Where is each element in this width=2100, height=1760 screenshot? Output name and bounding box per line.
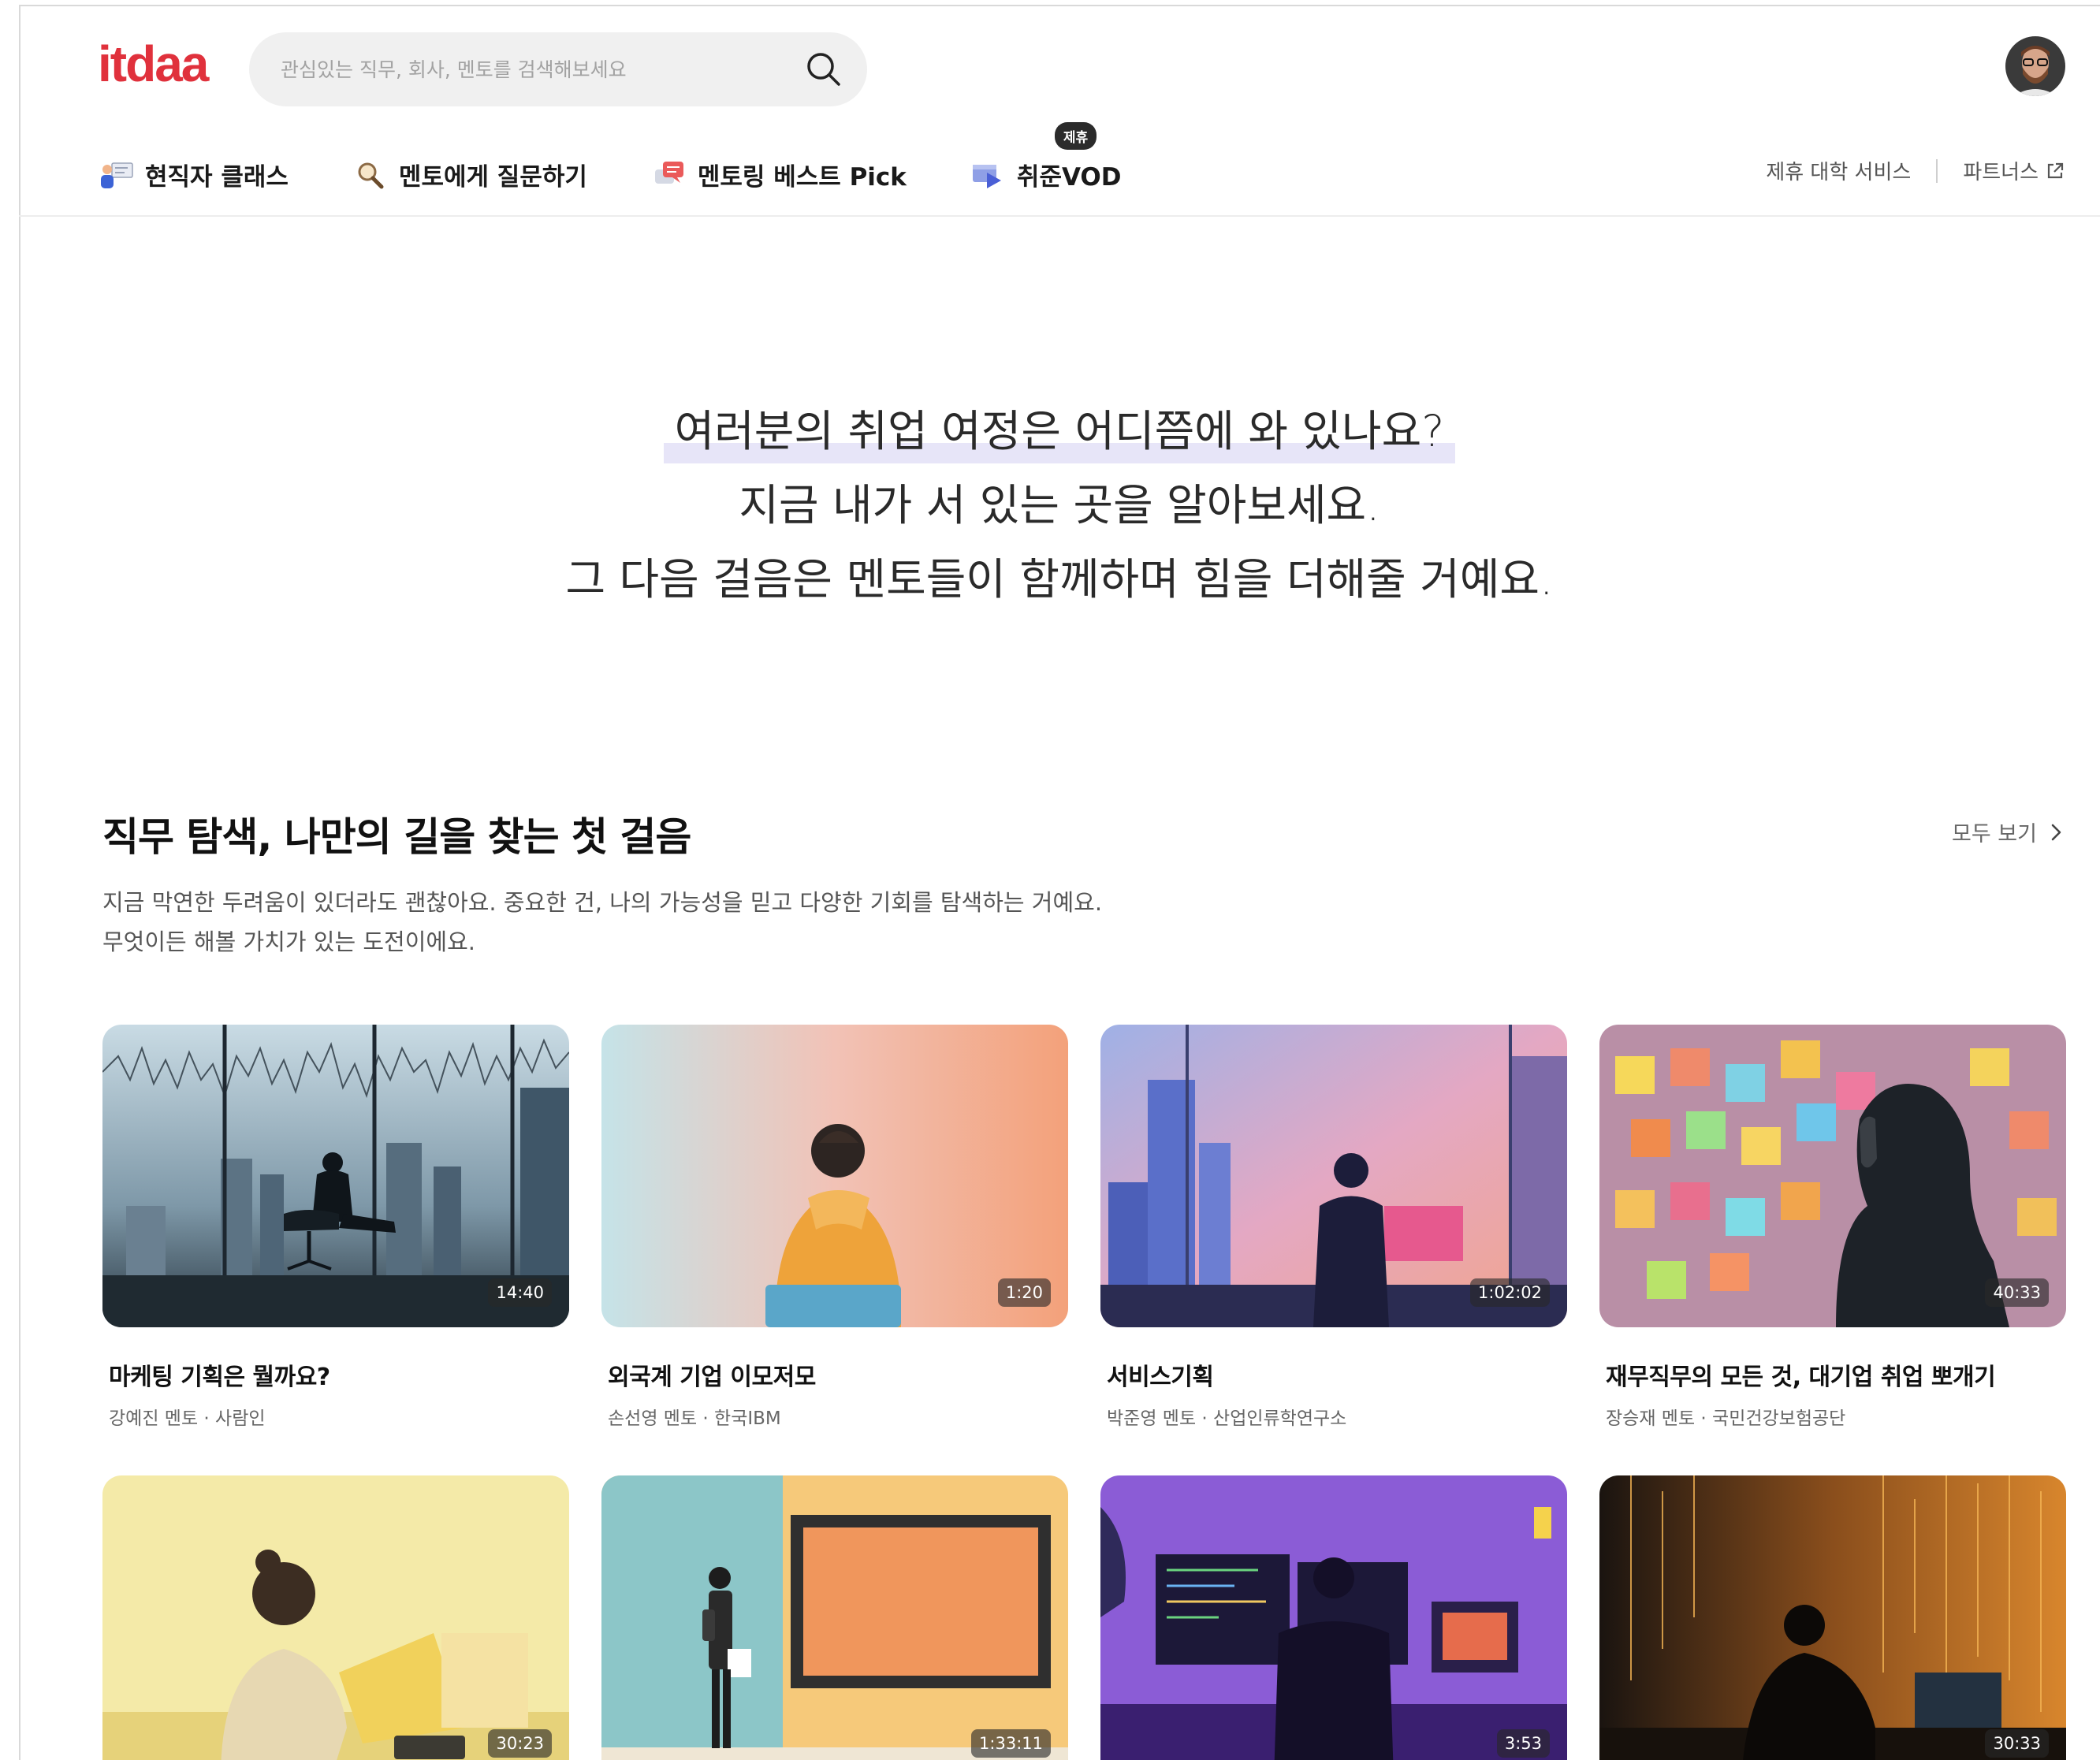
hero-line-2: 지금 내가 서 있는 곳을 알아보세요. <box>739 480 1380 530</box>
nav-item-best-pick[interactable]: 멘토링 베스트 Pick <box>650 157 907 192</box>
company-name: 국민건강보험공단 <box>1712 1408 1846 1429</box>
duration-badge: 1:02:02 <box>1470 1278 1550 1307</box>
duration-badge: 30:23 <box>488 1729 552 1758</box>
header-divider <box>19 215 2100 217</box>
mentor-name: 장승재 멘토 · <box>1606 1408 1707 1429</box>
company-name: 산업인류학연구소 <box>1213 1408 1347 1429</box>
card-meta: 장승재 멘토 · 국민건강보험공단 <box>1599 1403 2066 1430</box>
nav-item-ask-mentor[interactable]: 멘토에게 질문하기 <box>352 157 587 192</box>
mentor-name: 손선영 멘토 · <box>608 1408 709 1429</box>
video-card[interactable]: 1:02:02 서비스기획 박준영 멘토 · 산업인류학연구소 <box>1100 1025 1567 1430</box>
hero-line-3: 그 다음 걸음은 멘토들이 함께하며 힘을 더해줄 거예요. <box>565 554 1554 605</box>
header-right-links: 제휴 대학 서비스 파트너스 <box>1766 156 2065 185</box>
link-divider <box>1936 158 1938 183</box>
section-desc-line-1: 지금 막연한 두려움이 있더라도 괜찮아요. 중요한 건, 나의 가능성을 믿고… <box>102 889 1103 916</box>
nav-label-vod: 취준VOD <box>1016 162 1122 192</box>
mentor-name: 박준영 멘토 · <box>1107 1408 1208 1429</box>
video-thumbnail[interactable]: 1:02:02 <box>1100 1025 1567 1327</box>
video-thumbnail[interactable]: 14:40 <box>102 1025 569 1327</box>
card-title[interactable]: 마케팅 기획은 뭘까요? <box>102 1357 569 1392</box>
video-card[interactable]: 14:40 마케팅 기획은 뭘까요? 강예진 멘토 · 사람인 <box>102 1025 569 1430</box>
view-all-label: 모두 보기 <box>1952 822 2037 847</box>
card-meta: 손선영 멘토 · 한국IBM <box>601 1403 1068 1430</box>
hero-line-1: 여러분의 취업 여정은 어디쯤에 와 있나요? <box>663 394 1456 468</box>
video-card[interactable]: 30:33 <box>1599 1475 2066 1760</box>
card-meta: 박준영 멘토 · 산업인류학연구소 <box>1100 1403 1567 1430</box>
duration-badge: 14:40 <box>488 1278 552 1307</box>
search-icon[interactable] <box>804 50 843 89</box>
section-desc-line-2: 무엇이든 해볼 가치가 있는 도전이에요. <box>102 928 475 955</box>
card-title[interactable]: 외국계 기업 이모저모 <box>601 1357 1068 1392</box>
video-thumbnail[interactable]: 40:33 <box>1599 1025 2066 1327</box>
video-card[interactable]: 1:33:11 <box>601 1475 1068 1760</box>
magnifier-icon <box>358 162 384 189</box>
video-icon <box>972 165 1001 188</box>
main-nav: 현직자 클래스 멘토에게 질문하기 멘토링 베스트 Pick 취준VOD 제휴 <box>98 121 1185 194</box>
partners-link[interactable]: 파트너스 <box>1963 156 2039 185</box>
chevron-right-icon <box>2051 824 2061 840</box>
video-card[interactable]: 40:33 재무직무의 모든 것, 대기업 취업 뽀개기 장승재 멘토 · 국민… <box>1599 1025 2066 1430</box>
company-name: 한국IBM <box>714 1408 781 1429</box>
video-card[interactable]: 1:20 외국계 기업 이모저모 손선영 멘토 · 한국IBM <box>601 1025 1068 1430</box>
duration-badge: 1:20 <box>997 1278 1051 1307</box>
nav-label-best-pick: 멘토링 베스트 Pick <box>697 162 907 192</box>
duration-badge: 1:33:11 <box>971 1729 1051 1758</box>
video-thumbnail[interactable]: 1:33:11 <box>601 1475 1068 1760</box>
duration-badge: 40:33 <box>1985 1278 2049 1307</box>
chat-icon <box>654 162 683 184</box>
view-all-link[interactable]: 모두 보기 <box>1952 817 2067 847</box>
itdaa-logo[interactable]: itdaa <box>98 35 209 93</box>
user-avatar[interactable] <box>2005 36 2065 96</box>
hero-message: 여러분의 취업 여정은 어디쯤에 와 있나요? 지금 내가 서 있는 곳을 알아… <box>19 394 2100 616</box>
video-card[interactable]: 30:23 <box>102 1475 569 1760</box>
card-meta: 강예진 멘토 · 사람인 <box>102 1403 569 1430</box>
section-description: 지금 막연한 두려움이 있더라도 괜찮아요. 중요한 건, 나의 가능성을 믿고… <box>102 883 1102 962</box>
video-card[interactable]: 3:53 <box>1100 1475 1567 1760</box>
external-link-icon[interactable] <box>2045 161 2065 181</box>
video-thumbnail[interactable]: 30:33 <box>1599 1475 2066 1760</box>
mentor-name: 강예진 멘토 · <box>109 1408 210 1429</box>
duration-badge: 3:53 <box>1496 1729 1550 1758</box>
class-icon <box>101 162 133 188</box>
card-title[interactable]: 서비스기획 <box>1100 1357 1567 1392</box>
search-input[interactable] <box>281 50 769 89</box>
nav-label-ask-mentor: 멘토에게 질문하기 <box>398 162 587 192</box>
company-name: 사람인 <box>215 1408 266 1429</box>
nav-item-vod[interactable]: 취준VOD 제휴 <box>970 121 1122 192</box>
video-thumbnail[interactable]: 3:53 <box>1100 1475 1567 1760</box>
nav-label-class: 현직자 클래스 <box>145 162 289 192</box>
nav-item-class[interactable]: 현직자 클래스 <box>98 157 289 192</box>
search-bar[interactable] <box>249 32 867 106</box>
video-thumbnail[interactable]: 1:20 <box>601 1025 1068 1327</box>
section-title: 직무 탐색, 나만의 길을 찾는 첫 걸음 <box>102 814 691 860</box>
partner-university-link[interactable]: 제휴 대학 서비스 <box>1766 156 1911 185</box>
video-thumbnail[interactable]: 30:23 <box>102 1475 569 1760</box>
partnership-badge: 제휴 <box>1054 121 1097 150</box>
card-title[interactable]: 재무직무의 모든 것, 대기업 취업 뽀개기 <box>1599 1357 2066 1392</box>
duration-badge: 30:33 <box>1985 1729 2049 1758</box>
